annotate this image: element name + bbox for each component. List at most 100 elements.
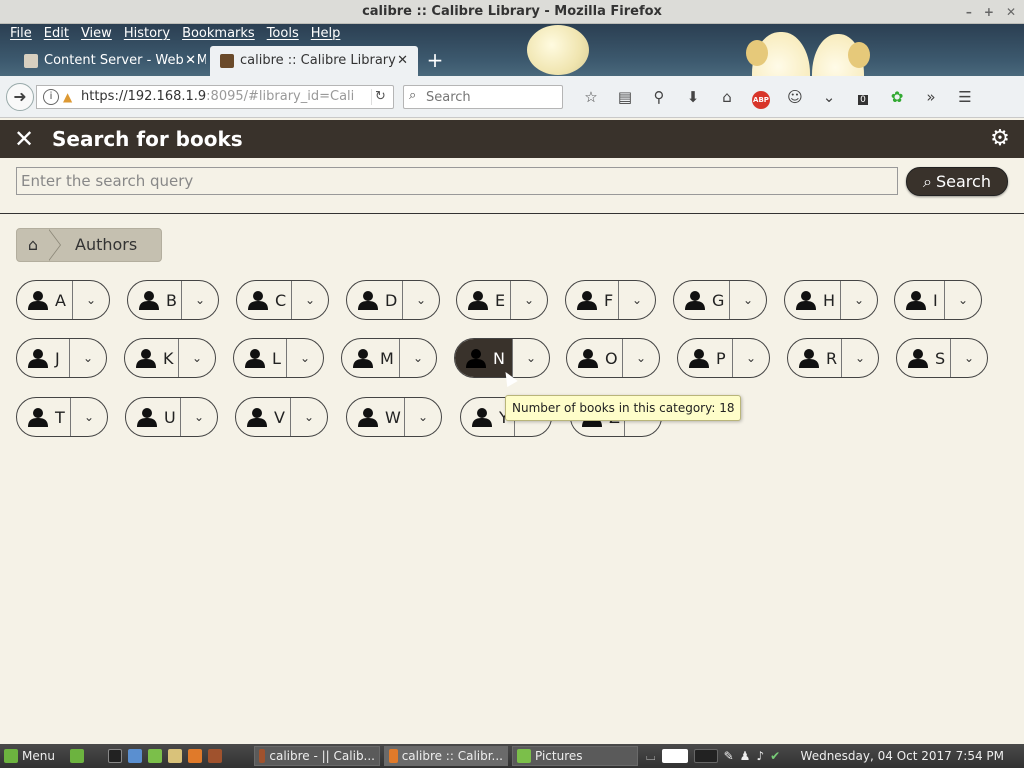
- letter-button[interactable]: L: [234, 339, 287, 377]
- letter-button[interactable]: O: [567, 339, 623, 377]
- letter-button[interactable]: F: [566, 281, 619, 319]
- tab-content-server[interactable]: Content Server - Web - M ✕: [0, 46, 206, 76]
- home-icon[interactable]: ⌂: [710, 85, 744, 109]
- pen-icon[interactable]: ✎: [724, 746, 734, 766]
- chevron-down-icon[interactable]: ⌄: [70, 339, 106, 377]
- letter-button[interactable]: G: [674, 281, 730, 319]
- url-text[interactable]: https://192.168.1.9:8095/#library_id=Cal…: [81, 86, 361, 108]
- letter-button[interactable]: H: [785, 281, 841, 319]
- letter-button[interactable]: P: [678, 339, 733, 377]
- taskbar-menu[interactable]: Menu: [4, 746, 55, 766]
- close-icon[interactable]: ✕: [12, 120, 36, 158]
- terminal-icon[interactable]: [108, 749, 122, 763]
- chevron-down-icon[interactable]: ⌄: [73, 281, 109, 319]
- breadcrumb-authors[interactable]: Authors: [63, 229, 161, 261]
- info-icon[interactable]: i: [43, 89, 59, 105]
- menu-bookmarks[interactable]: Bookmarks: [176, 24, 261, 44]
- tab-close-icon[interactable]: ✕: [185, 46, 196, 76]
- workspace-2[interactable]: [693, 749, 718, 763]
- letter-button[interactable]: B: [128, 281, 182, 319]
- extension-badge-icon[interactable]: 0: [846, 85, 880, 109]
- letter-button[interactable]: A: [17, 281, 73, 319]
- clock[interactable]: Wednesday, 04 Oct 2017 7:54 PM: [801, 746, 1004, 766]
- menu-history[interactable]: History: [118, 24, 176, 44]
- letter-button[interactable]: U: [126, 398, 181, 436]
- menu-view[interactable]: View: [75, 24, 118, 44]
- maximize-icon[interactable]: +: [984, 0, 994, 24]
- warning-lock-icon[interactable]: ▲: [63, 89, 77, 105]
- workspace-icon[interactable]: ⌴: [646, 746, 656, 766]
- chevron-down-icon[interactable]: ⌄: [182, 281, 218, 319]
- chevron-down-icon[interactable]: ⌄: [71, 398, 107, 436]
- chevron-down-icon[interactable]: ⌄: [400, 339, 436, 377]
- folder-icon[interactable]: [148, 749, 162, 763]
- menu-help[interactable]: Help: [305, 24, 347, 44]
- chevron-down-icon[interactable]: ⌄: [181, 398, 217, 436]
- browser-search-bar[interactable]: ⌕: [403, 85, 563, 109]
- letter-button[interactable]: S: [897, 339, 951, 377]
- chevron-down-icon[interactable]: ⌄: [513, 339, 549, 377]
- menu-edit[interactable]: Edit: [38, 24, 75, 44]
- tab-calibre-library[interactable]: calibre :: Calibre Library ✕: [210, 46, 418, 76]
- taskbar-window-calibre[interactable]: calibre - || Calib...: [254, 746, 380, 766]
- search-query-input[interactable]: [16, 167, 898, 195]
- taskbar-window-pictures[interactable]: Pictures: [512, 746, 638, 766]
- minimize-icon[interactable]: –: [966, 0, 972, 24]
- chevron-down-icon[interactable]: ⌄: [730, 281, 766, 319]
- firefox-icon[interactable]: [188, 749, 202, 763]
- search-button[interactable]: ⌕ Search: [906, 167, 1008, 196]
- chevron-down-icon[interactable]: ⌄: [291, 398, 327, 436]
- letter-button[interactable]: V: [236, 398, 291, 436]
- volume-icon[interactable]: ♪: [756, 746, 764, 766]
- taskbar-window-firefox[interactable]: calibre :: Calibr...: [384, 746, 508, 766]
- chevron-down-icon[interactable]: ⌄: [619, 281, 655, 319]
- chevron-down-icon[interactable]: ⌄: [623, 339, 659, 377]
- reading-list-icon[interactable]: ▤: [608, 85, 642, 109]
- workspace-1[interactable]: [661, 749, 688, 763]
- puzzle-icon[interactable]: ✿: [880, 85, 914, 109]
- chevron-down-icon[interactable]: ⌄: [841, 281, 877, 319]
- adblock-icon[interactable]: ABP: [744, 85, 778, 109]
- chevron-down-icon[interactable]: ⌄: [292, 281, 328, 319]
- url-bar[interactable]: i ▲ https://192.168.1.9:8095/#library_id…: [36, 85, 394, 109]
- letter-button[interactable]: T: [17, 398, 71, 436]
- download-icon[interactable]: ⬇: [676, 85, 710, 109]
- letter-button[interactable]: E: [457, 281, 511, 319]
- menu-file[interactable]: File: [4, 24, 38, 44]
- calibre-icon[interactable]: [208, 749, 222, 763]
- shield-icon[interactable]: ✔: [770, 746, 780, 766]
- monkey-icon[interactable]: ☺: [778, 85, 812, 109]
- overflow-chevron-icon[interactable]: »: [914, 85, 948, 109]
- letter-button[interactable]: C: [237, 281, 292, 319]
- gears-icon[interactable]: ⚙: [986, 125, 1014, 153]
- bookmark-star-icon[interactable]: ☆: [574, 85, 608, 109]
- letter-button[interactable]: R: [788, 339, 842, 377]
- letter-button[interactable]: M: [342, 339, 400, 377]
- letter-button[interactable]: K: [125, 339, 179, 377]
- chevron-down-icon[interactable]: ⌄: [945, 281, 981, 319]
- letter-button[interactable]: J: [17, 339, 70, 377]
- search-tool-icon[interactable]: ⚲: [642, 85, 676, 109]
- chevron-down-icon[interactable]: ⌄: [842, 339, 878, 377]
- chevron-down-icon[interactable]: ⌄: [405, 398, 441, 436]
- chevron-down-icon[interactable]: ⌄: [733, 339, 769, 377]
- letter-button[interactable]: W: [347, 398, 405, 436]
- browser-search-input[interactable]: [426, 86, 556, 108]
- user-icon[interactable]: ♟: [740, 746, 751, 766]
- pocket-icon[interactable]: ⌄: [812, 85, 846, 109]
- letter-button[interactable]: I: [895, 281, 945, 319]
- letter-button[interactable]: D: [347, 281, 403, 319]
- settings-icon[interactable]: [128, 749, 142, 763]
- chevron-down-icon[interactable]: ⌄: [287, 339, 323, 377]
- menu-tools[interactable]: Tools: [261, 24, 305, 44]
- new-tab-icon[interactable]: +: [422, 46, 448, 76]
- chevron-down-icon[interactable]: ⌄: [511, 281, 547, 319]
- chevron-down-icon[interactable]: ⌄: [179, 339, 215, 377]
- chevron-down-icon[interactable]: ⌄: [403, 281, 439, 319]
- chevron-down-icon[interactable]: ⌄: [951, 339, 987, 377]
- show-desktop-icon[interactable]: [70, 749, 84, 763]
- back-arrow-icon[interactable]: ➜: [6, 83, 34, 111]
- reload-icon[interactable]: ↻: [371, 89, 387, 105]
- close-window-icon[interactable]: ✕: [1006, 0, 1016, 24]
- text-editor-icon[interactable]: [168, 749, 182, 763]
